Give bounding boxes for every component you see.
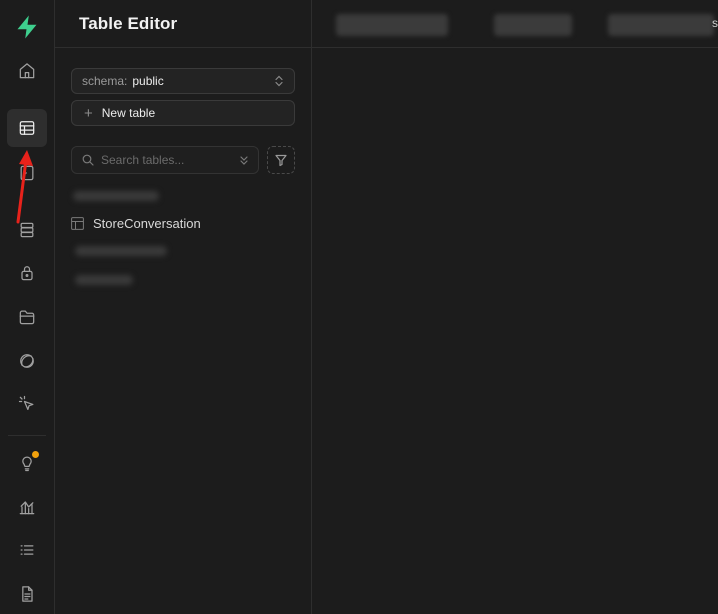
rail-home-button[interactable]	[7, 52, 47, 90]
rail-table-editor-button[interactable]	[7, 109, 47, 147]
filter-button[interactable]	[267, 146, 295, 174]
cursor-icon	[18, 395, 34, 411]
rail-logs-button[interactable]	[7, 531, 47, 569]
notification-dot	[32, 451, 39, 458]
blurred-table-item[interactable]	[75, 246, 167, 256]
rail-reports-button[interactable]	[7, 488, 47, 526]
rail-auth-button[interactable]	[7, 254, 47, 292]
chart-icon	[19, 501, 35, 515]
table-list-item[interactable]: StoreConversation	[71, 212, 201, 234]
icon-rail	[0, 0, 55, 614]
table-icon	[71, 216, 84, 230]
blurred-tab[interactable]	[494, 14, 572, 36]
schema-value: public	[132, 74, 164, 88]
rail-storage-button[interactable]	[7, 298, 47, 336]
main-content	[312, 48, 718, 614]
supabase-logo-icon[interactable]	[13, 13, 41, 41]
document-icon	[22, 586, 33, 602]
folder-icon	[19, 310, 35, 325]
annotation-arrow	[16, 150, 33, 224]
list-icon	[20, 545, 34, 555]
rail-realtime-button[interactable]	[7, 342, 47, 380]
table-icon	[19, 121, 35, 135]
rail-advisors-button[interactable]	[7, 444, 47, 482]
search-tables-field[interactable]	[71, 146, 259, 174]
chevron-up-down-icon	[275, 75, 283, 87]
blurred-table-item[interactable]	[75, 275, 133, 285]
rail-edge-functions-button[interactable]	[7, 385, 47, 423]
panel-header: Table Editor	[55, 0, 312, 48]
realtime-icon	[20, 354, 34, 368]
table-item-label: StoreConversation	[93, 215, 201, 231]
schema-label: schema:	[82, 74, 128, 88]
blurred-tab[interactable]	[336, 14, 448, 36]
filter-icon	[275, 154, 287, 167]
blurred-tab[interactable]	[608, 14, 714, 36]
home-icon	[19, 63, 35, 79]
rail-api-docs-button[interactable]	[7, 575, 47, 613]
table-editor-panel: Table Editor schema: public + New table …	[55, 0, 312, 614]
new-table-label: New table	[101, 106, 156, 120]
new-table-button[interactable]: + New table	[71, 100, 295, 126]
search-icon	[82, 154, 94, 166]
lock-icon	[21, 266, 33, 281]
page-title: Table Editor	[79, 14, 178, 33]
schema-select[interactable]: schema: public	[71, 68, 295, 94]
blurred-table-item[interactable]	[73, 191, 159, 201]
header-edge-text: s	[712, 16, 718, 30]
main-header: s	[312, 0, 718, 48]
chevron-double-down-icon[interactable]	[238, 154, 250, 166]
plus-icon: +	[84, 104, 93, 122]
search-input[interactable]	[101, 153, 231, 167]
